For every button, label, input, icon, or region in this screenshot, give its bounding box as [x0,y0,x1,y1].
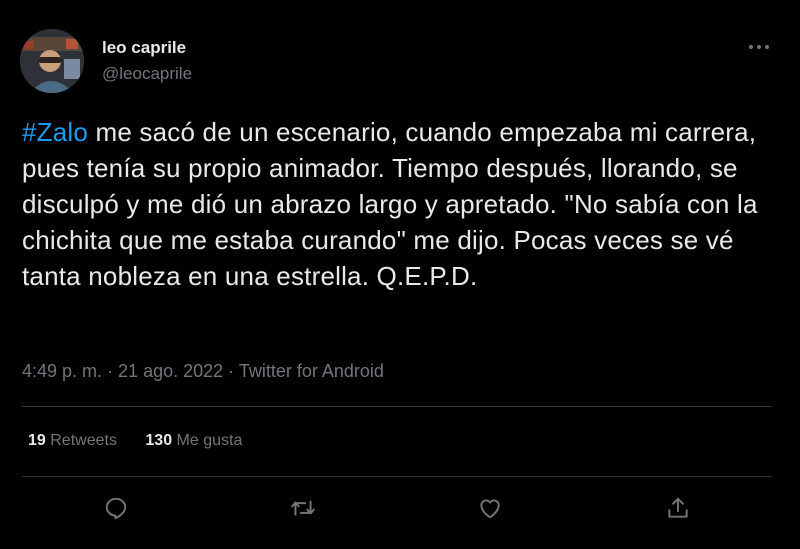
reply-icon [105,497,127,520]
share-button[interactable] [660,490,696,526]
reply-button[interactable] [98,490,134,526]
meta-separator: · [102,361,119,381]
tweet-card: leo caprile @leocaprile #Zalo me sacó de… [0,0,800,549]
avatar[interactable] [20,29,84,93]
retweet-button[interactable] [285,490,321,526]
tweet-stats: 19 Retweets 130 Me gusta [28,432,242,450]
tweet-meta: 4:49 p. m. · 21 ago. 2022 · Twitter for … [22,361,384,382]
meta-separator: · [223,361,239,381]
tweet-body: me sacó de un escenario, cuando empezaba… [22,117,758,291]
tweet-time[interactable]: 4:49 p. m. [22,361,102,381]
likes-stat[interactable]: 130 Me gusta [145,432,242,450]
retweet-icon [291,500,315,516]
retweets-label: Retweets [45,432,117,449]
divider [22,476,772,477]
retweets-stat[interactable]: 19 Retweets [28,432,117,450]
tweet-text: #Zalo me sacó de un escenario, cuando em… [22,114,782,294]
more-options-button[interactable] [744,34,774,60]
author-display-name[interactable]: leo caprile [102,38,186,58]
action-bar [0,490,800,526]
share-icon [668,497,688,518]
likes-count: 130 [145,432,173,449]
divider [22,406,772,407]
tweet-date[interactable]: 21 ago. 2022 [118,361,223,381]
like-icon [480,499,500,519]
more-icon [749,45,769,49]
author-handle[interactable]: @leocaprile [102,64,192,84]
avatar-image [20,29,84,93]
hashtag-link[interactable]: #Zalo [22,117,88,147]
tweet-source[interactable]: Twitter for Android [239,361,384,381]
retweets-count: 19 [28,432,46,449]
likes-label: Me gusta [172,432,243,449]
like-button[interactable] [472,490,508,526]
